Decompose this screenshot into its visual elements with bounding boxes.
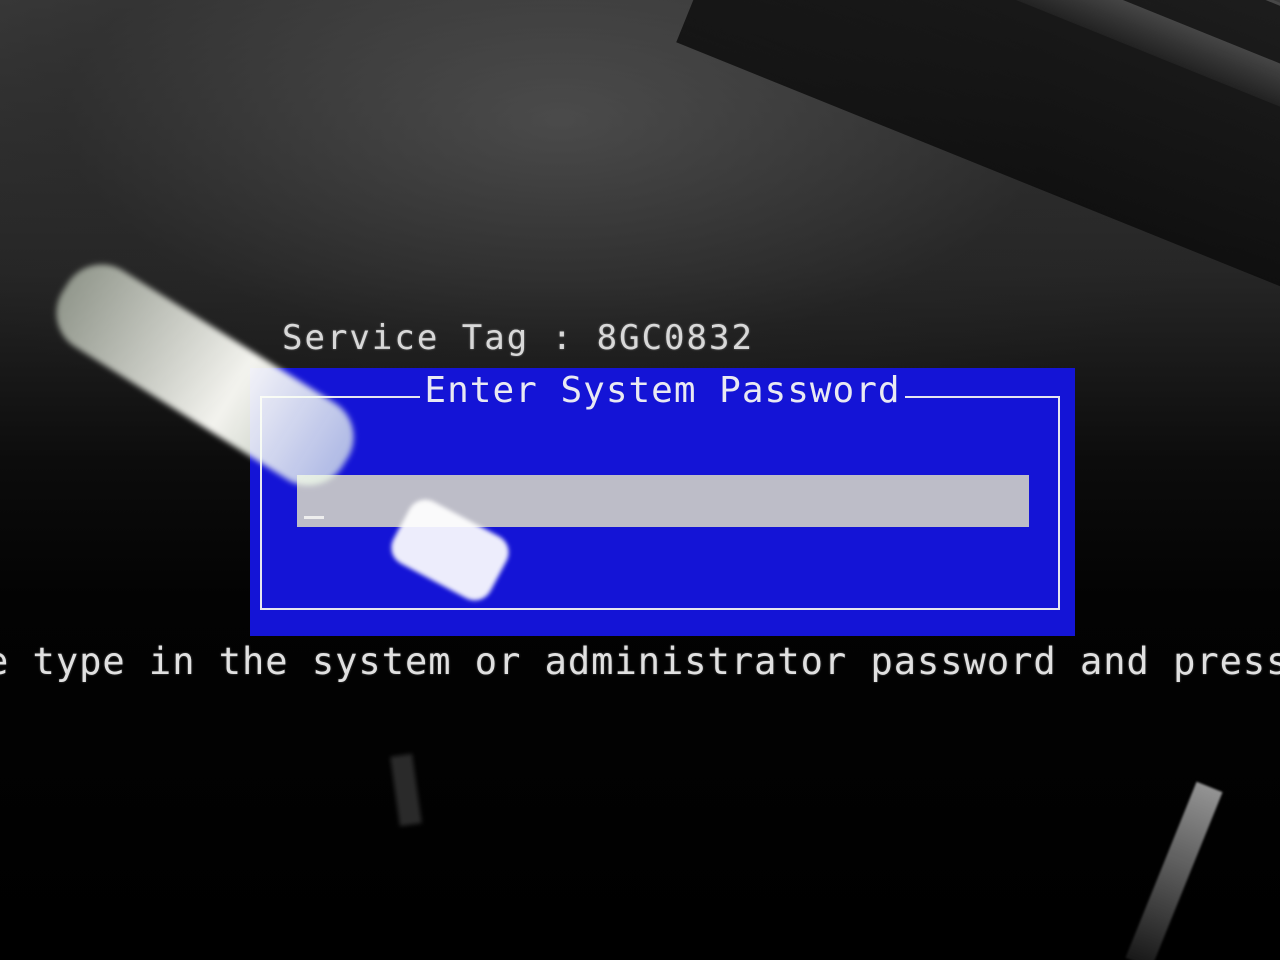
instructions-text: e type in the system or administrator pa… (0, 640, 1280, 683)
bios-screen: Service Tag : 8GC0832 Enter System Passw… (0, 0, 1280, 960)
password-dialog: Enter System Password (250, 368, 1075, 636)
service-tag-separator: : (551, 318, 575, 358)
service-tag-value: 8GC0832 (596, 318, 754, 358)
service-tag-label: Service Tag (282, 318, 530, 358)
text-cursor (304, 516, 324, 519)
edge-reflection (1125, 781, 1223, 960)
dialog-title: Enter System Password (250, 370, 1075, 411)
dialog-title-text: Enter System Password (420, 370, 905, 411)
service-tag: Service Tag : 8GC0832 (282, 318, 754, 358)
dim-reflection (390, 753, 422, 827)
